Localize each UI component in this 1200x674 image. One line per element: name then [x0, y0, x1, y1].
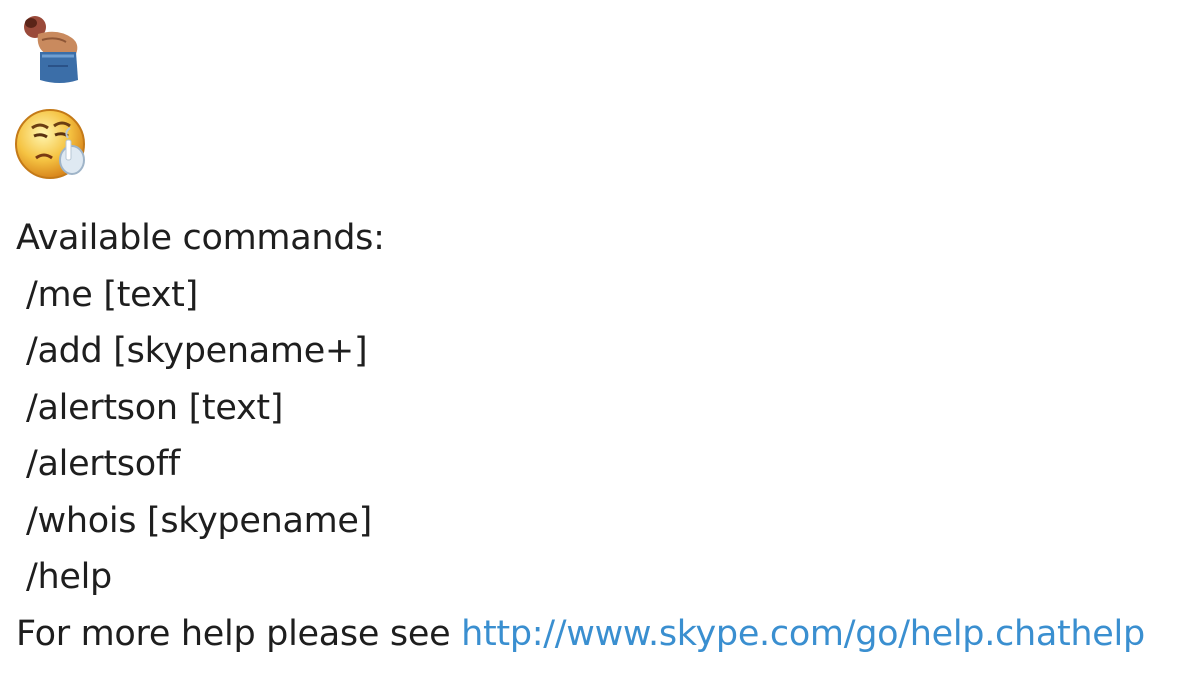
command-me: /me [text]: [26, 274, 198, 315]
command-help: /help: [26, 557, 112, 597]
help-text: For more help please see: [16, 613, 462, 654]
help-link[interactable]: http://www.skype.com/go/help.chathelp: [461, 614, 1145, 654]
command-alertsoff: /alertsoff: [26, 444, 180, 484]
help-message: Available commands: /me [text] /add [sky…: [16, 210, 1145, 662]
chat-message-area: Available commands: /me [text] /add [sky…: [0, 0, 1200, 674]
help-footer: For more help please see http://www.skyp…: [16, 606, 1145, 663]
smoking-emoticon-icon: [14, 106, 92, 184]
bowing-person-emoticon-icon: [18, 10, 84, 86]
command-add: /add [skypename+]: [26, 331, 368, 371]
command-whois: /whois [skypename]: [26, 500, 372, 541]
commands-heading: Available commands:: [16, 218, 385, 258]
command-alertson: /alertson [text]: [26, 387, 284, 428]
